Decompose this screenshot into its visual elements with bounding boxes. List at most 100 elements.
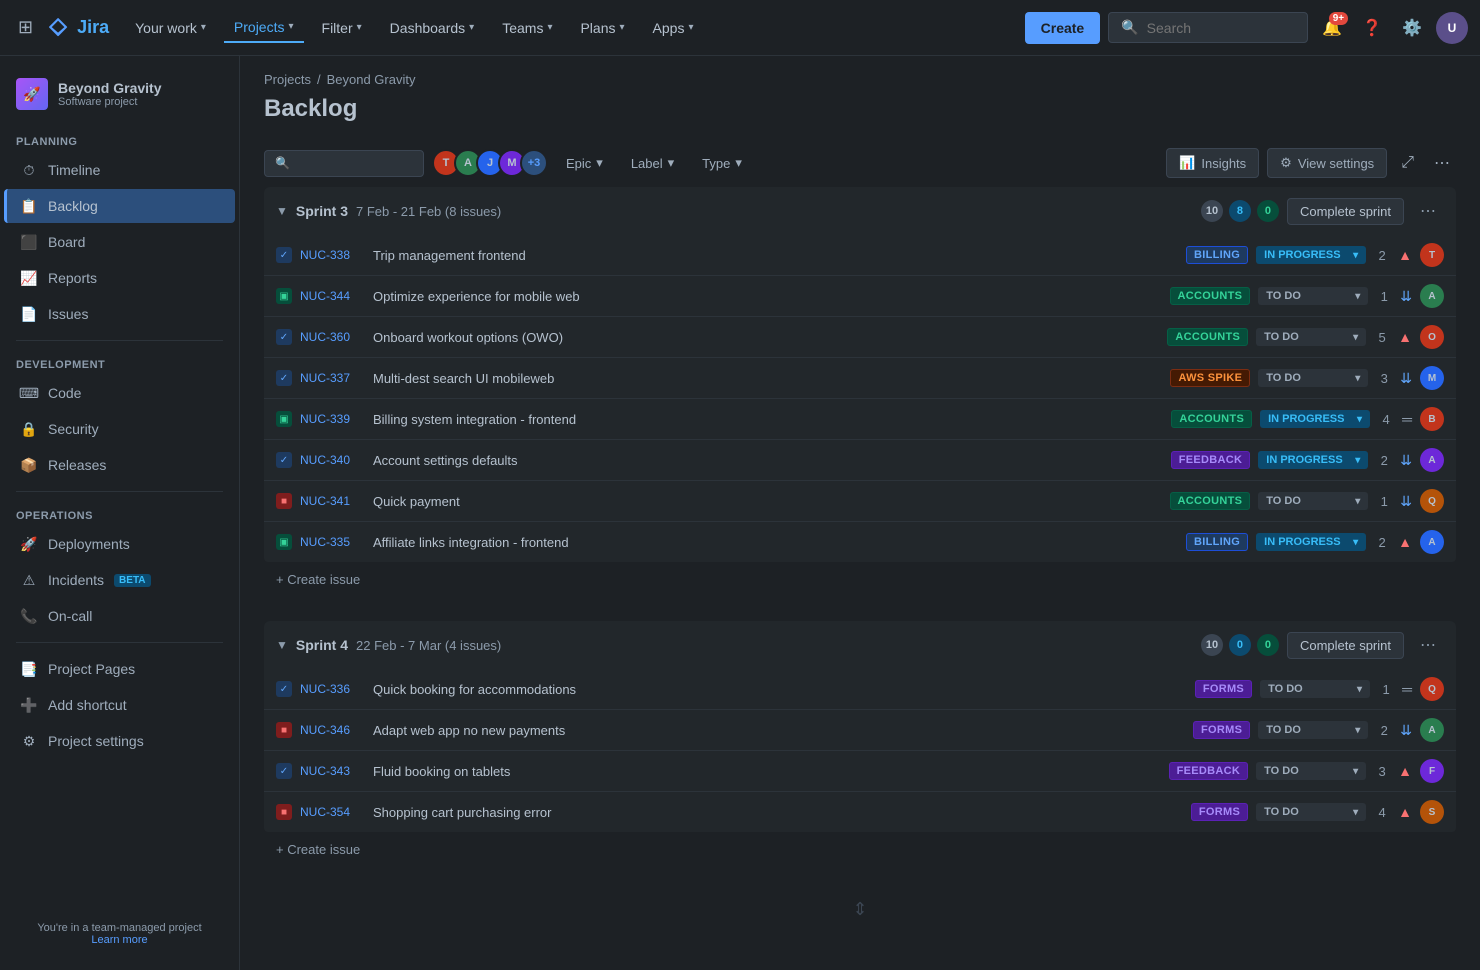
table-row[interactable]: ✓ NUC-343 Fluid booking on tablets FEEDB…	[264, 751, 1456, 792]
sprint4-header[interactable]: ▼ Sprint 4 22 Feb - 7 Mar (4 issues) 10 …	[264, 621, 1456, 669]
table-row[interactable]: ✓ NUC-336 Quick booking for accommodatio…	[264, 669, 1456, 710]
search-bar[interactable]: 🔍	[1108, 12, 1308, 43]
user-avatar[interactable]: U	[1436, 12, 1468, 44]
issue-priority-icon[interactable]: ⇊	[1400, 288, 1412, 305]
issue-status-badge[interactable]: TO DO ▾	[1256, 803, 1366, 821]
issue-avatar[interactable]: B	[1420, 407, 1444, 431]
issue-label-badge[interactable]: ACCOUNTS	[1170, 287, 1251, 305]
nav-your-work[interactable]: Your work ▾	[125, 14, 216, 42]
more-options-button[interactable]: ⋯	[1428, 147, 1456, 179]
issue-priority-icon[interactable]: ▲	[1398, 804, 1412, 820]
issue-priority-icon[interactable]: ▲	[1398, 247, 1412, 263]
notifications-button[interactable]: 🔔 9+	[1316, 12, 1348, 44]
issue-label-badge[interactable]: FORMS	[1193, 721, 1250, 739]
sprint3-complete-button[interactable]: Complete sprint	[1287, 198, 1404, 225]
type-filter-button[interactable]: Type ▾	[692, 150, 752, 176]
table-row[interactable]: ■ NUC-341 Quick payment ACCOUNTS TO DO ▾…	[264, 481, 1456, 522]
issue-avatar[interactable]: A	[1420, 530, 1444, 554]
issue-priority-icon[interactable]: ═	[1402, 681, 1412, 697]
issue-status-badge[interactable]: TO DO ▾	[1258, 287, 1368, 305]
bottom-handle[interactable]: ⇕	[240, 891, 1480, 928]
issue-label-badge[interactable]: ACCOUNTS	[1167, 328, 1248, 346]
settings-button[interactable]: ⚙️	[1396, 12, 1428, 44]
breadcrumb-project-link[interactable]: Beyond Gravity	[327, 72, 416, 87]
sidebar-item-board[interactable]: ⬛ Board	[4, 225, 235, 259]
issue-status-badge[interactable]: IN PROGRESS ▾	[1256, 246, 1366, 264]
issue-avatar[interactable]: A	[1420, 718, 1444, 742]
sprint3-header[interactable]: ▼ Sprint 3 7 Feb - 21 Feb (8 issues) 10 …	[264, 187, 1456, 235]
avatar-filter-more[interactable]: +3	[520, 149, 548, 177]
issue-avatar[interactable]: Q	[1420, 489, 1444, 513]
issue-status-badge[interactable]: TO DO ▾	[1256, 328, 1366, 346]
table-row[interactable]: ▣ NUC-335 Affiliate links integration - …	[264, 522, 1456, 562]
nav-apps[interactable]: Apps ▾	[643, 14, 704, 42]
table-row[interactable]: ✓ NUC-340 Account settings defaults FEED…	[264, 440, 1456, 481]
sidebar-item-deployments[interactable]: 🚀 Deployments	[4, 527, 235, 561]
issue-label-badge[interactable]: ACCOUNTS	[1170, 492, 1251, 510]
issue-priority-icon[interactable]: ═	[1402, 411, 1412, 427]
grid-icon[interactable]: ⊞	[12, 11, 39, 44]
issue-status-badge[interactable]: IN PROGRESS ▾	[1260, 410, 1370, 428]
issue-status-badge[interactable]: IN PROGRESS ▾	[1258, 451, 1368, 469]
issue-label-badge[interactable]: BILLING	[1186, 246, 1248, 264]
sidebar-item-backlog[interactable]: 📋 Backlog	[4, 189, 235, 223]
issue-label-badge[interactable]: FORMS	[1195, 680, 1252, 698]
jira-logo[interactable]: Jira	[47, 16, 109, 40]
breadcrumb-projects-link[interactable]: Projects	[264, 72, 311, 87]
table-row[interactable]: ■ NUC-346 Adapt web app no new payments …	[264, 710, 1456, 751]
issue-priority-icon[interactable]: ⇊	[1400, 452, 1412, 469]
issue-status-badge[interactable]: TO DO ▾	[1258, 369, 1368, 387]
insights-button[interactable]: 📊 Insights	[1166, 148, 1259, 178]
sidebar-item-releases[interactable]: 📦 Releases	[4, 448, 235, 482]
view-settings-button[interactable]: ⚙ View settings	[1267, 148, 1387, 178]
sidebar-item-add-shortcut[interactable]: ➕ Add shortcut	[4, 688, 235, 722]
sidebar-item-oncall[interactable]: 📞 On-call	[4, 599, 235, 633]
issue-status-badge[interactable]: IN PROGRESS ▾	[1256, 533, 1366, 551]
issue-avatar[interactable]: M	[1420, 366, 1444, 390]
issue-status-badge[interactable]: TO DO ▾	[1258, 492, 1368, 510]
sprint4-complete-button[interactable]: Complete sprint	[1287, 632, 1404, 659]
table-row[interactable]: ✓ NUC-360 Onboard workout options (OWO) …	[264, 317, 1456, 358]
sidebar-item-incidents[interactable]: ⚠ Incidents BETA	[4, 563, 235, 597]
sidebar-item-reports[interactable]: 📈 Reports	[4, 261, 235, 295]
nav-teams[interactable]: Teams ▾	[492, 14, 562, 42]
nav-projects[interactable]: Projects ▾	[224, 13, 304, 43]
issue-status-badge[interactable]: TO DO ▾	[1256, 762, 1366, 780]
issue-label-badge[interactable]: FEEDBACK	[1169, 762, 1249, 780]
issue-status-badge[interactable]: TO DO ▾	[1258, 721, 1368, 739]
sprint4-more-button[interactable]: ⋯	[1412, 631, 1444, 659]
issue-label-badge[interactable]: BILLING	[1186, 533, 1248, 551]
sprint3-more-button[interactable]: ⋯	[1412, 197, 1444, 225]
issue-priority-icon[interactable]: ▲	[1398, 534, 1412, 550]
issue-priority-icon[interactable]: ⇊	[1400, 722, 1412, 739]
issue-avatar[interactable]: A	[1420, 448, 1444, 472]
sidebar-item-project-settings[interactable]: ⚙ Project settings	[4, 724, 235, 758]
issue-avatar[interactable]: A	[1420, 284, 1444, 308]
sidebar-item-issues[interactable]: 📄 Issues	[4, 297, 235, 331]
sidebar-item-project-pages[interactable]: 📑 Project Pages	[4, 652, 235, 686]
nav-plans[interactable]: Plans ▾	[570, 14, 634, 42]
sidebar-learn-more-link[interactable]: Learn more	[91, 934, 147, 946]
help-button[interactable]: ❓	[1356, 12, 1388, 44]
issue-priority-icon[interactable]: ▲	[1398, 763, 1412, 779]
sidebar-item-security[interactable]: 🔒 Security	[4, 412, 235, 446]
sidebar-item-code[interactable]: ⌨ Code	[4, 376, 235, 410]
issue-avatar[interactable]: F	[1420, 759, 1444, 783]
issue-avatar[interactable]: T	[1420, 243, 1444, 267]
label-filter-button[interactable]: Label ▾	[621, 150, 684, 176]
issue-label-badge[interactable]: AWS SPIKE	[1170, 369, 1250, 387]
filter-search-bar[interactable]: 🔍	[264, 150, 424, 177]
issue-status-badge[interactable]: TO DO ▾	[1260, 680, 1370, 698]
search-input[interactable]	[1147, 20, 1287, 36]
create-button[interactable]: Create	[1025, 12, 1101, 44]
nav-filter[interactable]: Filter ▾	[312, 14, 372, 42]
filter-search-input[interactable]	[296, 156, 416, 171]
epic-filter-button[interactable]: Epic ▾	[556, 150, 613, 176]
issue-label-badge[interactable]: FORMS	[1191, 803, 1248, 821]
issue-label-badge[interactable]: ACCOUNTS	[1171, 410, 1252, 428]
sprint4-create-issue[interactable]: + Create issue	[264, 832, 1456, 867]
nav-dashboards[interactable]: Dashboards ▾	[380, 14, 485, 42]
table-row[interactable]: ✓ NUC-337 Multi-dest search UI mobileweb…	[264, 358, 1456, 399]
issue-avatar[interactable]: S	[1420, 800, 1444, 824]
issue-avatar[interactable]: O	[1420, 325, 1444, 349]
